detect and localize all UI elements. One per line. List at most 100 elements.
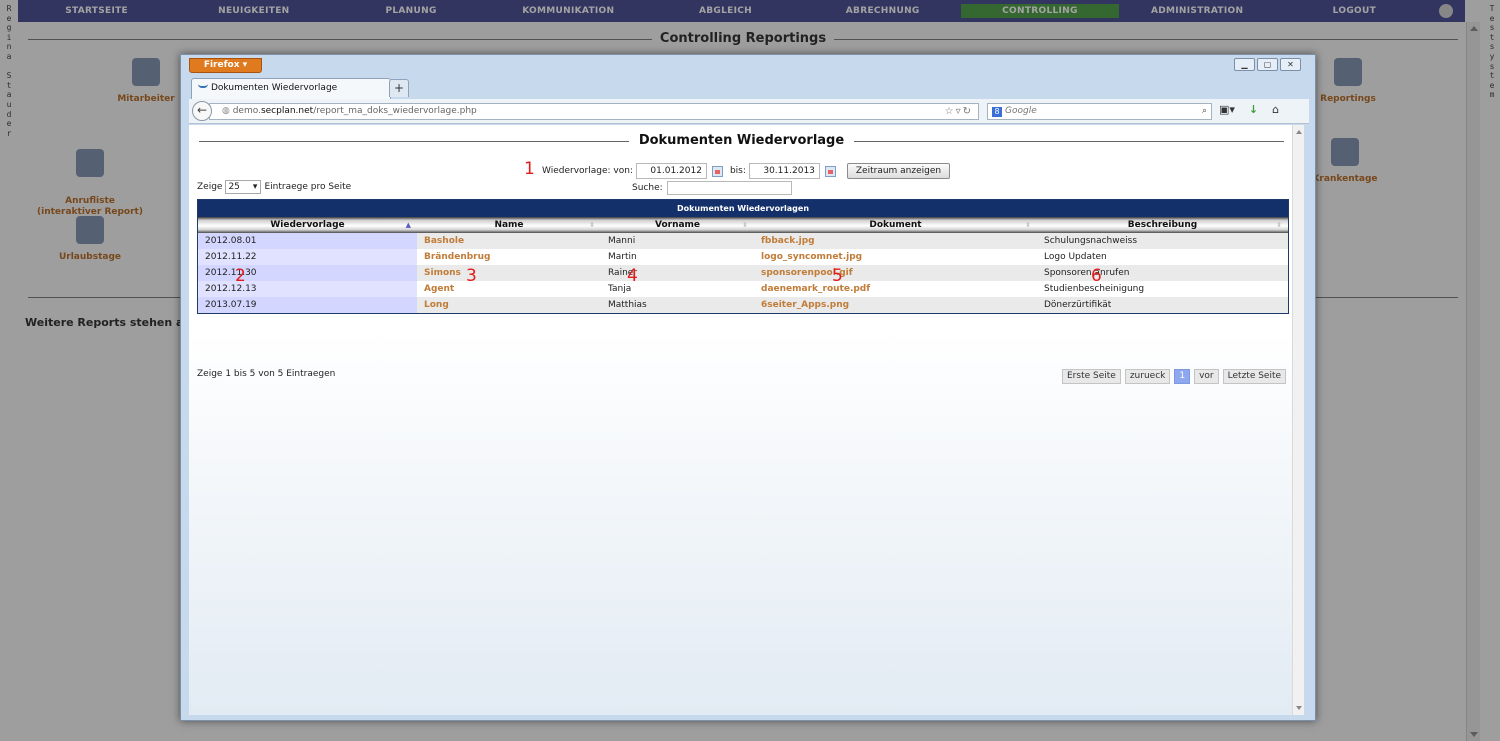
column-header-dokument[interactable]: Dokument ⬍ bbox=[754, 217, 1037, 233]
page-title: Dokumenten Wiedervorlage bbox=[628, 133, 855, 148]
calendar-icon[interactable] bbox=[711, 165, 723, 177]
column-label: Vorname bbox=[654, 220, 701, 230]
content-scrollbar[interactable] bbox=[1292, 125, 1304, 715]
table-body: 2012.08.01 Bashole Manni fbback.jpg Schu… bbox=[198, 233, 1288, 313]
url-host: secplan.net bbox=[260, 106, 314, 116]
cell-date: 2012.12.13 bbox=[198, 281, 417, 297]
show-range-button[interactable]: Zeitraum anzeigen bbox=[846, 163, 951, 179]
date-from-input[interactable]: 01.01.2012 bbox=[635, 163, 707, 179]
google-icon[interactable]: 8 bbox=[992, 107, 1002, 117]
date-to-input[interactable]: 30.11.2013 bbox=[748, 163, 820, 179]
new-tab-button[interactable]: + bbox=[389, 79, 409, 97]
column-header-wiedervorlage[interactable]: Wiedervorlage ▲ bbox=[198, 217, 417, 233]
table-row: 2012.11.30 Simons Rainer sponsorenpool.g… bbox=[198, 265, 1288, 281]
previous-page-button[interactable]: zurueck bbox=[1124, 369, 1171, 384]
length-prefix: Zeige bbox=[197, 182, 223, 192]
cell-name-link[interactable]: Agent bbox=[417, 281, 601, 297]
sort-icon: ⬍ bbox=[1276, 221, 1282, 229]
table-search-input[interactable] bbox=[666, 181, 792, 195]
cell-date: 2013.07.19 bbox=[198, 297, 417, 313]
page-content: Dokumenten Wiedervorlage 1 Wiedervorlage… bbox=[189, 125, 1293, 715]
date-filter: Wiedervorlage: von: 01.01.2012 bis: 30.1… bbox=[542, 162, 951, 180]
table-row: 2012.11.22 Brändenbrug Martin logo_synco… bbox=[198, 249, 1288, 265]
browser-tab[interactable]: Dokumenten Wiedervorlage bbox=[191, 78, 391, 99]
filter-label: Wiedervorlage: von: bbox=[542, 166, 633, 176]
cell-vorname: Manni bbox=[608, 236, 636, 246]
sort-asc-icon: ▲ bbox=[405, 221, 411, 229]
search-placeholder: Google bbox=[1005, 106, 1037, 116]
home-icon[interactable]: ⌂ bbox=[1272, 103, 1279, 116]
tab-title: Dokumenten Wiedervorlage bbox=[211, 83, 338, 93]
window-controls: ▁ ▢ ✕ bbox=[1234, 58, 1301, 71]
table-caption: Dokumenten Wiedervorlagen bbox=[198, 200, 1288, 217]
cell-description: Schulungsnachweiss bbox=[1044, 236, 1138, 246]
cell-name-link[interactable]: Simons bbox=[417, 265, 601, 281]
column-label: Name bbox=[494, 220, 524, 230]
search-icon[interactable]: ⌕ bbox=[1202, 104, 1207, 119]
sort-icon: ⬍ bbox=[589, 221, 595, 229]
cell-name-link[interactable]: Brändenbrug bbox=[417, 249, 601, 265]
cell-vorname: Tanja bbox=[608, 284, 632, 294]
maximize-icon[interactable]: ▢ bbox=[1257, 58, 1278, 71]
url-path: /report_ma_doks_wiedervorlage.php bbox=[313, 106, 477, 116]
navigation-bar: ◍ demo.secplan.net/report_ma_doks_wieder… bbox=[189, 99, 1309, 124]
cell-document-link[interactable]: logo_syncomnet.jpg bbox=[754, 249, 1037, 265]
scroll-up-icon[interactable] bbox=[1296, 130, 1302, 134]
documents-table: Dokumenten Wiedervorlagen Wiedervorlage ▲… bbox=[197, 199, 1289, 314]
calendar-icon[interactable] bbox=[824, 165, 836, 177]
cell-document-link[interactable]: sponsorenpool.gif bbox=[754, 265, 1037, 281]
bookmark-star-icon[interactable]: ☆ bbox=[945, 106, 956, 117]
column-label: Beschreibung bbox=[1127, 220, 1198, 230]
cell-description: Studienbescheinigung bbox=[1044, 284, 1145, 294]
pagination: Erste Seite zurueck 1 vor Letzte Seite bbox=[1062, 369, 1287, 384]
search-control: Suche: bbox=[632, 181, 792, 195]
minimize-icon[interactable]: ▁ bbox=[1234, 58, 1255, 71]
cell-vorname: Martin bbox=[608, 252, 637, 262]
annotation-4: 4 bbox=[627, 266, 638, 286]
tab-bar: Dokumenten Wiedervorlage + bbox=[181, 77, 1315, 99]
url-bar[interactable]: ◍ demo.secplan.net/report_ma_doks_wieder… bbox=[209, 103, 979, 120]
next-page-button[interactable]: vor bbox=[1194, 369, 1219, 384]
scroll-down-icon[interactable] bbox=[1296, 706, 1302, 710]
annotation-6: 6 bbox=[1091, 266, 1102, 286]
back-button[interactable]: ← bbox=[192, 101, 212, 121]
table-info: Zeige 1 bis 5 von 5 Eintraegen bbox=[197, 369, 336, 379]
filter-to-label: bis: bbox=[729, 166, 746, 176]
table-row: 2012.08.01 Bashole Manni fbback.jpg Schu… bbox=[198, 233, 1288, 249]
favicon-icon bbox=[198, 84, 208, 88]
url-prefix: demo. bbox=[232, 106, 261, 116]
column-header-vorname[interactable]: Vorname ⬍ bbox=[601, 217, 754, 233]
current-page-button[interactable]: 1 bbox=[1174, 369, 1191, 384]
column-header-name[interactable]: Name ⬍ bbox=[417, 217, 601, 233]
sort-icon: ⬍ bbox=[1025, 221, 1031, 229]
page-length-select[interactable]: 25 bbox=[225, 180, 262, 194]
toolbar-icons: ▣▾ ↓ ⌂ bbox=[1219, 103, 1279, 116]
search-label: Suche: bbox=[632, 183, 663, 193]
download-icon[interactable]: ↓ bbox=[1249, 103, 1258, 116]
cell-document-link[interactable]: daenemark_route.pdf bbox=[754, 281, 1037, 297]
browser-window: Firefox ▾ ▁ ▢ ✕ Dokumenten Wiedervorlage… bbox=[180, 54, 1316, 721]
search-bar[interactable]: 8 Google ⌕ bbox=[987, 103, 1212, 120]
dropdown-icon[interactable]: ▿ bbox=[956, 106, 963, 117]
firefox-menu-button[interactable]: Firefox ▾ bbox=[189, 58, 262, 73]
globe-icon: ◍ bbox=[222, 106, 233, 116]
cell-document-link[interactable]: 6seiter_Apps.png bbox=[754, 297, 1037, 313]
first-page-button[interactable]: Erste Seite bbox=[1062, 369, 1121, 384]
column-label: Dokument bbox=[869, 220, 922, 230]
cell-name-link[interactable]: Bashole bbox=[417, 233, 601, 249]
cell-document-link[interactable]: fbback.jpg bbox=[754, 233, 1037, 249]
column-header-beschreibung[interactable]: Beschreibung ⬍ bbox=[1037, 217, 1288, 233]
sort-icon: ⬍ bbox=[742, 221, 748, 229]
annotation-1: 1 bbox=[524, 159, 535, 179]
close-icon[interactable]: ✕ bbox=[1280, 58, 1301, 71]
bookmarks-icon[interactable]: ▣▾ bbox=[1219, 103, 1235, 116]
cell-name-link[interactable]: Long bbox=[417, 297, 601, 313]
last-page-button[interactable]: Letzte Seite bbox=[1222, 369, 1287, 384]
table-header: Wiedervorlage ▲ Name ⬍ Vorname ⬍ Dokument ⬍ … bbox=[198, 217, 1288, 233]
reload-icon[interactable]: ↻ bbox=[963, 106, 973, 117]
column-label: Wiedervorlage bbox=[270, 220, 345, 230]
cell-date: 2012.11.30 bbox=[198, 265, 417, 281]
cell-date: 2012.11.22 bbox=[198, 249, 417, 265]
annotation-2: 2 bbox=[235, 266, 246, 286]
page-heading: Dokumenten Wiedervorlage bbox=[199, 133, 1284, 151]
